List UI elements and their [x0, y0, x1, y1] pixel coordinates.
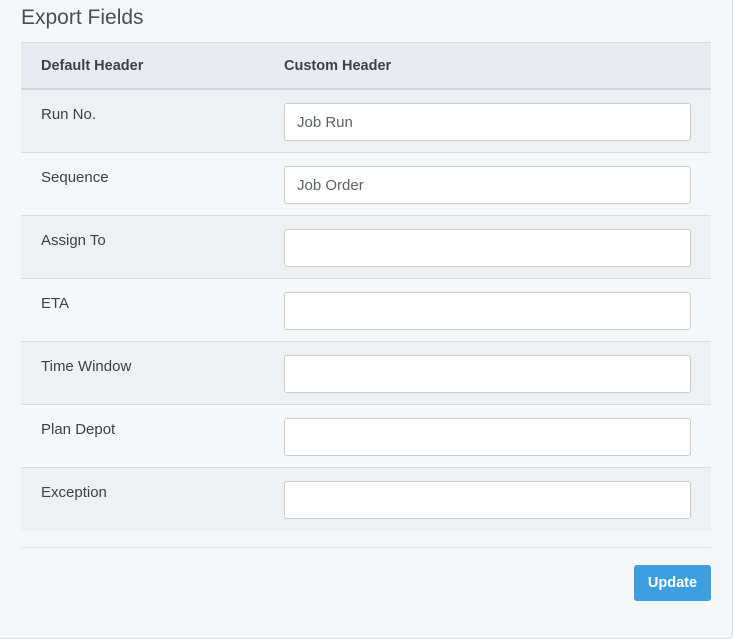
table-row: Time Window	[21, 342, 711, 405]
custom-header-input[interactable]	[284, 355, 691, 393]
custom-header-input[interactable]	[284, 481, 691, 519]
custom-header-input[interactable]	[284, 166, 691, 204]
table-row: Assign To	[21, 216, 711, 279]
default-header-label: Time Window	[41, 358, 132, 375]
default-header-label: Exception	[41, 484, 107, 501]
default-header-label: ETA	[41, 295, 70, 312]
default-header-label: Assign To	[41, 232, 106, 249]
table-row: Plan Depot	[21, 405, 711, 468]
table-row: Sequence	[21, 153, 711, 216]
table-row: ETA	[21, 279, 711, 342]
table-row: Run No.	[21, 90, 711, 153]
update-button[interactable]: Update	[634, 565, 711, 601]
column-header-default: Default Header	[41, 58, 144, 74]
column-header-custom: Custom Header	[284, 58, 392, 74]
export-fields-table: Default Header Custom Header Run No. Seq…	[21, 42, 711, 531]
default-header-label: Plan Depot	[41, 421, 116, 438]
default-header-label: Sequence	[41, 169, 109, 186]
default-header-label: Run No.	[41, 106, 97, 123]
table-row: Exception	[21, 468, 711, 531]
custom-header-input[interactable]	[284, 292, 691, 330]
panel-title: Export Fields	[21, 6, 144, 29]
export-fields-panel: Export Fields Default Header Custom Head…	[0, 0, 733, 639]
footer-divider	[21, 547, 711, 548]
custom-header-input[interactable]	[284, 418, 691, 456]
custom-header-input[interactable]	[284, 229, 691, 267]
table-header: Default Header Custom Header	[21, 42, 711, 90]
custom-header-input[interactable]	[284, 103, 691, 141]
